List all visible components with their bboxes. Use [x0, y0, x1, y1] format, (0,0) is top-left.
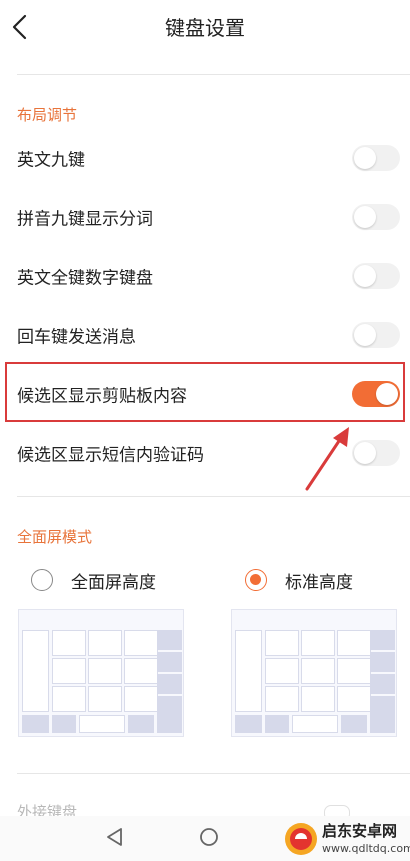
keyboard-key — [235, 630, 262, 712]
keyboard-key — [301, 630, 335, 656]
keyboard-key — [157, 674, 182, 694]
toggle-switch[interactable] — [352, 322, 400, 348]
keyboard-key — [128, 715, 154, 733]
site-watermark: 启东安卓网 www.qdltdq.com — [282, 818, 410, 861]
setting-row-english-number-keyboard[interactable]: 英文全键数字键盘 — [0, 247, 410, 305]
setting-label: 拼音九键显示分词 — [17, 209, 153, 230]
toggle-knob — [354, 265, 376, 287]
keyboard-key — [301, 658, 335, 684]
keyboard-key — [52, 630, 86, 656]
annotation-arrow-icon — [305, 427, 349, 491]
keyboard-key — [124, 630, 158, 656]
radio-label: 全面屏高度 — [71, 573, 156, 593]
watermark-url: www.qdltdq.com — [322, 842, 410, 855]
keyboard-key — [22, 630, 49, 712]
toggle-switch[interactable] — [352, 145, 400, 171]
keyboard-key — [157, 696, 182, 716]
keyboard-key — [265, 715, 289, 733]
section-title-fullscreen: 全面屏模式 — [17, 528, 93, 546]
keyboard-key — [292, 715, 338, 733]
header-divider — [17, 74, 410, 75]
setting-label: 回车键发送消息 — [17, 327, 136, 348]
page-title: 键盘设置 — [165, 16, 245, 40]
keyboard-key — [157, 630, 182, 650]
keyboard-key — [52, 658, 86, 684]
section-title-layout: 布局调节 — [17, 106, 78, 124]
setting-label: 英文九键 — [17, 150, 85, 171]
toggle-knob — [354, 147, 376, 169]
keyboard-key — [265, 658, 299, 684]
keyboard-key — [265, 630, 299, 656]
keyboard-key — [124, 658, 158, 684]
keyboard-key — [370, 715, 395, 733]
section-divider — [17, 773, 410, 774]
keyboard-key — [52, 686, 86, 712]
circle-home-icon[interactable] — [196, 824, 222, 850]
keyboard-key — [79, 715, 125, 733]
keyboard-key — [265, 686, 299, 712]
keyboard-key — [337, 630, 371, 656]
triangle-back-icon[interactable] — [102, 824, 128, 850]
radio-fullscreen-height[interactable]: 全面屏高度 — [31, 566, 191, 596]
keyboard-key — [52, 715, 76, 733]
header: 键盘设置 — [0, 0, 410, 56]
setting-label: 候选区显示短信内验证码 — [17, 445, 204, 466]
radio-standard-height[interactable]: 标准高度 — [245, 566, 385, 596]
highlight-box — [5, 362, 405, 422]
keyboard-key — [124, 686, 158, 712]
keyboard-key — [157, 652, 182, 672]
keyboard-key — [157, 715, 182, 733]
toggle-switch[interactable] — [352, 263, 400, 289]
keyboard-key — [370, 674, 395, 694]
setting-row-pinyin-segmentation[interactable]: 拼音九键显示分词 — [0, 188, 410, 246]
keyboard-key — [235, 715, 262, 733]
keyboard-key — [370, 652, 395, 672]
keyboard-key — [337, 686, 371, 712]
keyboard-key — [88, 630, 122, 656]
toggle-knob — [354, 206, 376, 228]
setting-label: 英文全键数字键盘 — [17, 268, 153, 289]
keyboard-key — [301, 686, 335, 712]
watermark-logo-icon — [285, 823, 317, 855]
setting-row-enter-send[interactable]: 回车键发送消息 — [0, 306, 410, 364]
radio-label: 标准高度 — [285, 573, 353, 593]
toggle-knob — [354, 442, 376, 464]
setting-row-english-nine-key[interactable]: 英文九键 — [0, 129, 410, 187]
keyboard-key — [341, 715, 367, 733]
section-divider — [17, 496, 410, 497]
keyboard-key — [370, 696, 395, 716]
toggle-switch[interactable] — [352, 440, 400, 466]
keyboard-preview-fullscreen[interactable] — [18, 609, 184, 737]
keyboard-key — [337, 658, 371, 684]
keyboard-key — [88, 658, 122, 684]
keyboard-key — [88, 686, 122, 712]
radio-circle — [31, 569, 53, 591]
keyboard-preview-standard[interactable] — [231, 609, 397, 737]
keyboard-key — [22, 715, 49, 733]
watermark-title: 启东安卓网 — [322, 822, 398, 840]
toggle-knob — [354, 324, 376, 346]
keyboard-key — [370, 630, 395, 650]
radio-circle — [245, 569, 267, 591]
toggle-switch[interactable] — [352, 204, 400, 230]
